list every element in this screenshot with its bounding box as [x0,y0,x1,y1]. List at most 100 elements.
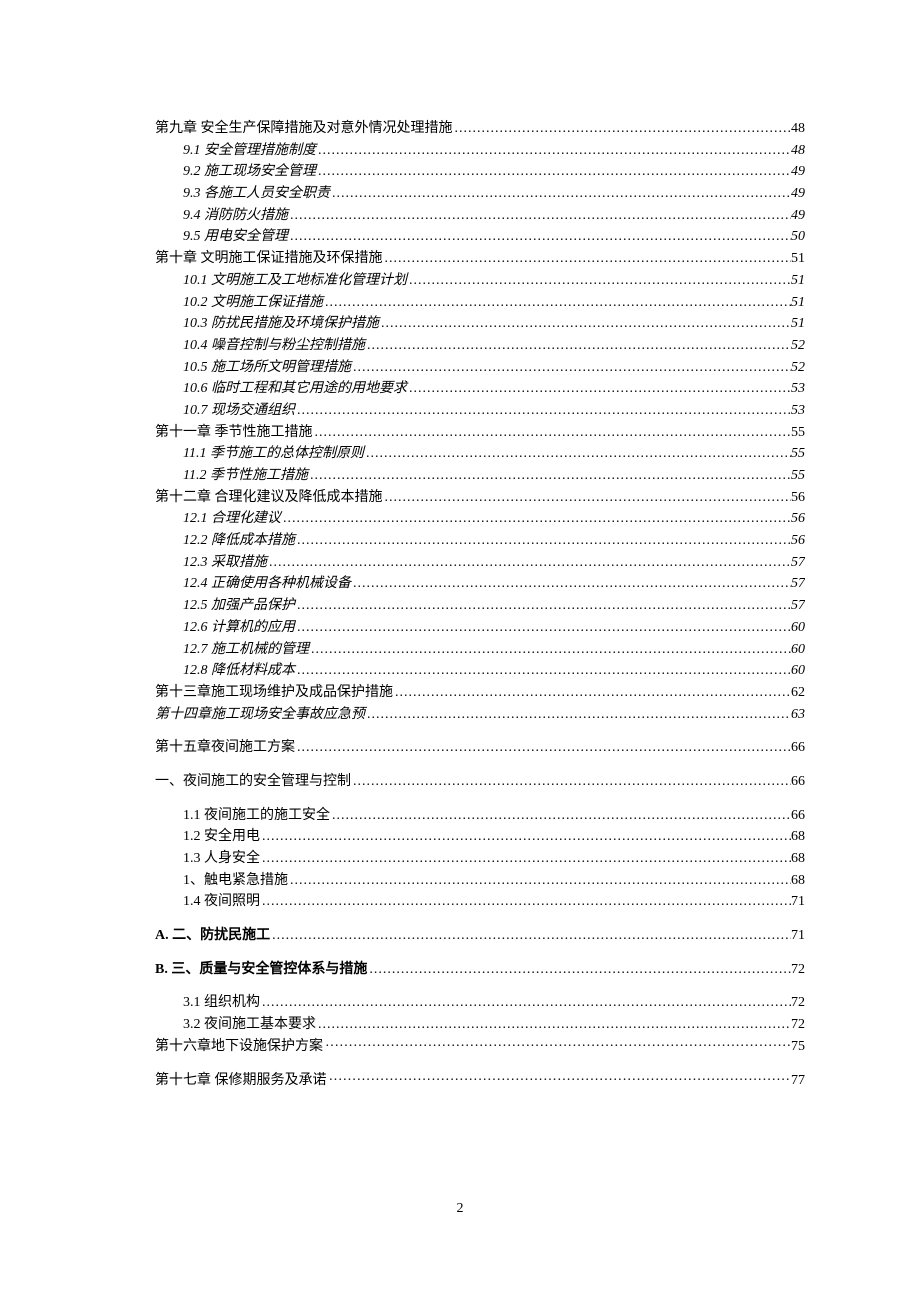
toc-leader: ........................................… [393,682,791,704]
toc-leader: ........................................… [295,617,791,639]
toc-leader: ........................................… [316,1014,791,1036]
toc-spacer [155,913,805,925]
toc-leader: ........................................… [295,530,791,552]
toc-entry: B. 三、质量与安全管控体系与措施.......................… [155,959,805,981]
toc-entry-title: 第十六章地下设施保护方案 [155,1036,323,1058]
toc-entry-page: 68 [791,870,805,892]
toc-entry: 1.4 夜间照明................................… [183,891,805,913]
toc-entry-title: 第十五章夜间施工方案 [155,737,295,759]
toc-entry: 一、夜间施工的安全管理与控制..........................… [155,771,805,793]
toc-leader: ........................................… [260,992,791,1014]
toc-entry: 第十七章 保修期服务及承诺···························… [155,1070,805,1092]
toc-entry: 12.4 正确使用各种机械设备.........................… [183,573,805,595]
toc-entry-page: 55 [791,465,805,487]
toc-entry: 第十二章 合理化建议及降低成本措施.......................… [155,487,805,509]
toc-entry: 10.1 文明施工及工地标准化管理计划.....................… [183,270,805,292]
toc-entry-page: 52 [791,335,805,357]
toc-entry-page: 68 [791,826,805,848]
toc-leader: ........................................… [453,118,792,140]
toc-entry-title: 3.1 组织机构 [183,992,260,1014]
toc-entry-page: 63 [791,704,805,726]
toc-leader: ........................................… [407,270,791,292]
toc-entry: 3.2 夜间施工基本要求............................… [183,1014,805,1036]
toc-entry: 3.1 组织机构................................… [183,992,805,1014]
toc-entry: 9.2 施工现场安全管理............................… [183,161,805,183]
toc-entry: 1.2 安全用电................................… [183,826,805,848]
toc-entry-page: 57 [791,573,805,595]
toc-entry: 第十一章 季节性施工措施............................… [155,422,805,444]
toc-entry-title: 1.1 夜间施工的施工安全 [183,805,330,827]
toc-entry-page: 75 [791,1036,805,1058]
toc-entry-page: 53 [791,378,805,400]
toc-entry-title: 一、夜间施工的安全管理与控制 [155,771,351,793]
toc-entry-title: 10.7 现场交通组织 [183,400,295,422]
toc-entry-page: 72 [791,992,805,1014]
toc-leader: ........................................… [288,870,791,892]
toc-entry: A. 二、防扰民施工..............................… [155,925,805,947]
toc-entry: 第十章 文明施工保证措施及环保措施.......................… [155,248,805,270]
toc-entry-page: 52 [791,357,805,379]
toc-entry-title: B. 三、质量与安全管控体系与措施 [155,959,367,981]
toc-entry-page: 49 [791,183,805,205]
toc-entry-page: 71 [791,925,805,947]
toc-entry: 1.3 人身安全................................… [183,848,805,870]
toc-entry: 12.6 计算机的应用.............................… [183,617,805,639]
toc-entry: 1、触电紧急措施................................… [183,870,805,892]
toc-entry: 第十六章地下设施保护方案····························… [155,1036,805,1058]
toc-entry-page: 51 [791,313,805,335]
toc-entry-title: 10.1 文明施工及工地标准化管理计划 [183,270,407,292]
toc-entry-page: 49 [791,161,805,183]
toc-entry-title: 第十一章 季节性施工措施 [155,422,313,444]
toc-leader: ........................................… [351,573,791,595]
toc-entry: 9.1 安全管理措施制度............................… [183,140,805,162]
toc-entry: 10.5 施工场所文明管理措施.........................… [183,357,805,379]
toc-entry-title: 12.7 施工机械的管理 [183,639,309,661]
toc-entry-title: 10.5 施工场所文明管理措施 [183,357,351,379]
toc-entry: 10.4 噪音控制与粉尘控制措施........................… [183,335,805,357]
toc-entry-title: 10.4 噪音控制与粉尘控制措施 [183,335,365,357]
toc-leader: ........................................… [260,891,791,913]
toc-entry-title: A. 二、防扰民施工 [155,925,270,947]
toc-spacer [155,1058,805,1070]
toc-spacer [155,759,805,771]
toc-entry-title: 9.4 消防防火措施 [183,205,288,227]
toc-entry: 12.2 降低成本措施.............................… [183,530,805,552]
toc-entry-page: 48 [791,140,805,162]
toc-entry-page: 55 [791,422,805,444]
toc-entry-page: 56 [791,508,805,530]
toc-spacer [155,947,805,959]
toc-leader: ........................................… [308,465,791,487]
toc-leader: ........................................… [351,357,791,379]
toc-entry: 9.3 各施工人员安全职责...........................… [183,183,805,205]
toc-entry-page: 51 [791,270,805,292]
toc-leader: ........................................… [267,552,791,574]
toc-entry-page: 51 [791,248,805,270]
toc-entry-page: 49 [791,205,805,227]
toc-entry-title: 第九章 安全生产保障措施及对意外情况处理措施 [155,118,453,140]
toc-entry-page: 60 [791,617,805,639]
toc-entry: 10.7 现场交通组织.............................… [183,400,805,422]
toc-leader: ........................................… [295,595,791,617]
toc-entry-title: 11.1 季节施工的总体控制原则 [183,443,364,465]
toc-leader: ........................................… [295,660,791,682]
page-number: 2 [0,1201,920,1217]
toc-entry: 11.1 季节施工的总体控制原则........................… [183,443,805,465]
toc-entry-title: 12.5 加强产品保护 [183,595,295,617]
toc-entry-page: 72 [791,1014,805,1036]
toc-entry: 第十四章施工现场安全事故应急预.........................… [155,704,805,726]
toc-entry: 第九章 安全生产保障措施及对意外情况处理措施..................… [155,118,805,140]
toc-entry-title: 9.2 施工现场安全管理 [183,161,316,183]
toc-entry-title: 12.3 采取措施 [183,552,267,574]
toc-entry-title: 1、触电紧急措施 [183,870,288,892]
toc-leader: ........................................… [323,292,791,314]
toc-entry-title: 12.1 合理化建议 [183,508,281,530]
toc-entry: 12.3 采取措施...............................… [183,552,805,574]
toc-spacer [155,793,805,805]
toc-entry-page: 57 [791,552,805,574]
toc-leader: ........................................… [288,226,791,248]
toc-leader: ........................................… [383,248,792,270]
toc-leader: ........................................… [295,400,791,422]
toc-leader: ........................................… [288,205,791,227]
toc-entry-title: 1.3 人身安全 [183,848,260,870]
toc-entry-page: 60 [791,660,805,682]
